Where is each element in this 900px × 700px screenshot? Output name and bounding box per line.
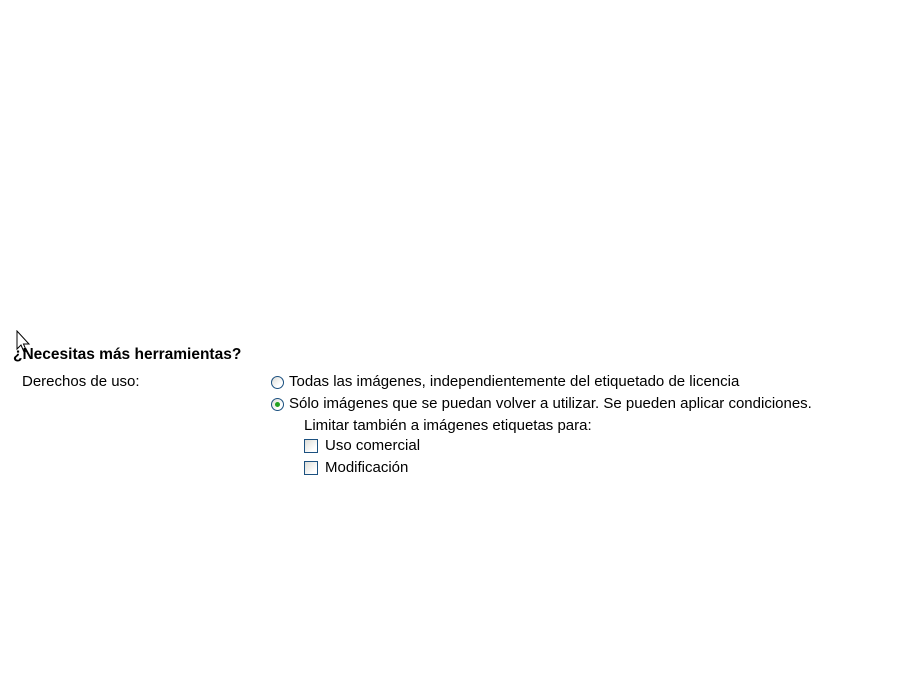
commercial-use-checkbox[interactable]: Uso comercial: [304, 437, 420, 455]
checkbox-unchecked-icon[interactable]: [304, 461, 318, 475]
modification-checkbox[interactable]: Modificación: [304, 459, 408, 477]
radio-selected-icon[interactable]: [271, 397, 284, 411]
checkbox-unchecked-icon[interactable]: [304, 439, 318, 453]
usage-rights-option-all-label: Todas las imágenes, independientemente d…: [289, 373, 740, 390]
usage-rights-option-all[interactable]: Todas las imágenes, independientemente d…: [271, 373, 739, 391]
usage-rights-option-reusable[interactable]: Sólo imágenes que se puedan volver a uti…: [271, 395, 812, 413]
commercial-use-label: Uso comercial: [325, 437, 421, 454]
modification-label: Modificación: [325, 459, 409, 476]
limit-label: Limitar también a imágenes etiquetas par…: [304, 417, 592, 434]
more-tools-heading: ¿Necesitas más herramientas?: [13, 346, 242, 363]
radio-unselected-icon[interactable]: [271, 375, 284, 389]
usage-rights-option-reusable-label: Sólo imágenes que se puedan volver a uti…: [289, 395, 812, 412]
usage-rights-label: Derechos de uso:: [22, 373, 140, 390]
